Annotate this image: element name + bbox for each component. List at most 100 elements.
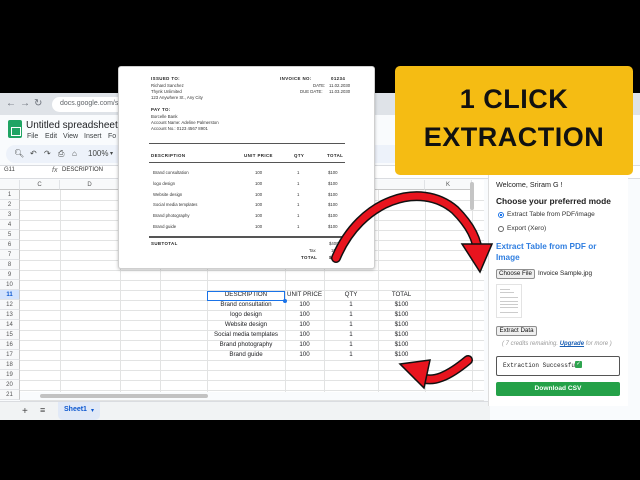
mode-title: Choose your preferred mode bbox=[496, 196, 611, 206]
zoom-select[interactable]: 100% bbox=[88, 149, 108, 158]
table-cell[interactable]: 100 bbox=[285, 310, 324, 320]
table-cell[interactable]: $100 bbox=[378, 310, 425, 320]
invoice-cell: Website design bbox=[153, 191, 183, 197]
menu-format[interactable]: Fo bbox=[108, 133, 116, 140]
menu-insert[interactable]: Insert bbox=[84, 133, 102, 140]
row-header[interactable]: 9 bbox=[0, 270, 20, 280]
column-header-d[interactable]: D bbox=[60, 180, 120, 190]
row-header[interactable]: 15 bbox=[0, 330, 20, 340]
divider bbox=[149, 162, 345, 163]
invoice-cell: $100 bbox=[328, 224, 338, 229]
search-icon[interactable]: 🔍︎ bbox=[14, 149, 24, 158]
table-cell[interactable]: $100 bbox=[378, 300, 425, 310]
table-cell[interactable]: $100 bbox=[378, 340, 425, 350]
section-title: Extract Table from PDF or Image bbox=[496, 242, 597, 262]
header-cell[interactable]: QTY bbox=[324, 290, 378, 300]
issued-to-label: ISSUED TO: bbox=[151, 76, 181, 81]
table-cell[interactable]: 100 bbox=[285, 330, 324, 340]
table-cell[interactable]: Website design bbox=[207, 320, 285, 330]
row-header[interactable]: 5 bbox=[0, 230, 20, 240]
table-cell[interactable]: 100 bbox=[285, 350, 324, 360]
invoice-image: ISSUED TO: Richard Sanchez Thynk Unlimit… bbox=[118, 66, 375, 269]
forward-icon[interactable]: → bbox=[20, 98, 30, 109]
table-cell[interactable]: $100 bbox=[378, 330, 425, 340]
radio-export-xero-label[interactable]: Export (Xero) bbox=[507, 225, 546, 232]
table-cell[interactable]: Brand guide bbox=[207, 350, 285, 360]
header-cell[interactable]: UNIT PRICE bbox=[285, 290, 324, 300]
row-header[interactable]: 20 bbox=[0, 380, 20, 390]
row-header[interactable]: 4 bbox=[0, 220, 20, 230]
sheets-logo-icon[interactable] bbox=[8, 120, 22, 138]
download-csv-button[interactable]: Download CSV bbox=[496, 382, 620, 396]
row-header[interactable]: 1 bbox=[0, 190, 20, 200]
row-header[interactable]: 6 bbox=[0, 240, 20, 250]
table-cell[interactable]: 100 bbox=[285, 300, 324, 310]
upgrade-link[interactable]: Upgrade bbox=[560, 341, 584, 347]
back-icon[interactable]: ← bbox=[6, 98, 16, 109]
invoice-cell: 100 bbox=[255, 180, 263, 186]
undo-icon[interactable]: ↶ bbox=[30, 149, 37, 158]
all-sheets-button[interactable]: ≡ bbox=[40, 405, 45, 415]
header-cell[interactable]: TOTAL bbox=[378, 290, 425, 300]
row-header[interactable]: 3 bbox=[0, 210, 20, 220]
due-date-label: DUE DATE: bbox=[300, 89, 323, 94]
credits-note: ( 7 credits remaining. Upgrade for more … bbox=[502, 341, 612, 347]
row-header[interactable]: 12 bbox=[0, 300, 20, 310]
table-cell[interactable]: 1 bbox=[324, 320, 378, 330]
table-cell[interactable]: 100 bbox=[285, 320, 324, 330]
grid-scrollbar-thumb[interactable] bbox=[470, 182, 474, 210]
table-cell[interactable]: logo design bbox=[207, 310, 285, 320]
chevron-down-icon[interactable]: ▾ bbox=[110, 150, 113, 157]
horizontal-scrollbar[interactable] bbox=[40, 394, 208, 398]
redo-icon[interactable]: ↷ bbox=[44, 149, 51, 158]
row-header[interactable]: 2 bbox=[0, 200, 20, 210]
row-header[interactable]: 8 bbox=[0, 260, 20, 270]
radio-extract-table-label[interactable]: Extract Table from PDF/image bbox=[507, 211, 595, 218]
row-header[interactable]: 10 bbox=[0, 280, 20, 290]
row-header[interactable]: 11 bbox=[0, 290, 20, 300]
row-header[interactable]: 21 bbox=[0, 390, 20, 400]
row-header[interactable]: 17 bbox=[0, 350, 20, 360]
table-cell[interactable]: 1 bbox=[324, 340, 378, 350]
row-header[interactable]: 19 bbox=[0, 370, 20, 380]
table-cell[interactable]: 1 bbox=[324, 330, 378, 340]
formula-input[interactable]: DESCRIPTION bbox=[62, 167, 103, 173]
table-cell[interactable]: Brand photography bbox=[207, 340, 285, 350]
document-title[interactable]: Untitled spreadsheet bbox=[26, 120, 118, 131]
table-cell[interactable]: $100 bbox=[378, 350, 425, 360]
corner-cell[interactable] bbox=[0, 180, 20, 190]
reload-icon[interactable]: ↻ bbox=[34, 98, 42, 109]
menu-file[interactable]: File bbox=[27, 133, 38, 140]
table-cell[interactable]: 1 bbox=[324, 310, 378, 320]
column-header-c[interactable]: C bbox=[20, 180, 60, 190]
chevron-down-icon[interactable]: ▾ bbox=[91, 407, 94, 414]
table-cell[interactable]: Brand consultation bbox=[207, 300, 285, 310]
row-header[interactable]: 16 bbox=[0, 340, 20, 350]
print-icon[interactable]: ⎙ bbox=[58, 149, 64, 159]
fill-handle[interactable] bbox=[283, 299, 287, 303]
radio-export-xero[interactable] bbox=[498, 226, 504, 232]
row-header[interactable]: 18 bbox=[0, 360, 20, 370]
extract-data-button[interactable]: Extract Data bbox=[496, 326, 537, 336]
choose-file-button[interactable]: Choose File bbox=[496, 269, 535, 279]
promo-banner bbox=[395, 66, 633, 175]
invoice-col-total: TOTAL bbox=[327, 153, 344, 158]
radio-extract-table[interactable] bbox=[498, 212, 504, 218]
row-header[interactable]: 14 bbox=[0, 320, 20, 330]
invoice-col-description: DESCRIPTION bbox=[151, 153, 186, 158]
table-cell[interactable]: 100 bbox=[285, 340, 324, 350]
menu-edit[interactable]: Edit bbox=[45, 133, 57, 140]
row-header[interactable]: 13 bbox=[0, 310, 20, 320]
menu-view[interactable]: View bbox=[63, 133, 78, 140]
row-header[interactable]: 7 bbox=[0, 250, 20, 260]
fx-icon: fx bbox=[52, 167, 58, 174]
add-sheet-button[interactable]: + bbox=[22, 406, 28, 417]
name-box[interactable]: G11 bbox=[4, 167, 15, 173]
column-header-k[interactable]: K bbox=[425, 180, 472, 190]
total-value: $440 bbox=[329, 255, 341, 260]
table-cell[interactable]: 1 bbox=[324, 350, 378, 360]
table-cell[interactable]: Social media templates bbox=[207, 330, 285, 340]
table-cell[interactable]: 1 bbox=[324, 300, 378, 310]
paint-format-icon[interactable]: ⌂ bbox=[72, 149, 77, 158]
table-cell[interactable]: $100 bbox=[378, 320, 425, 330]
